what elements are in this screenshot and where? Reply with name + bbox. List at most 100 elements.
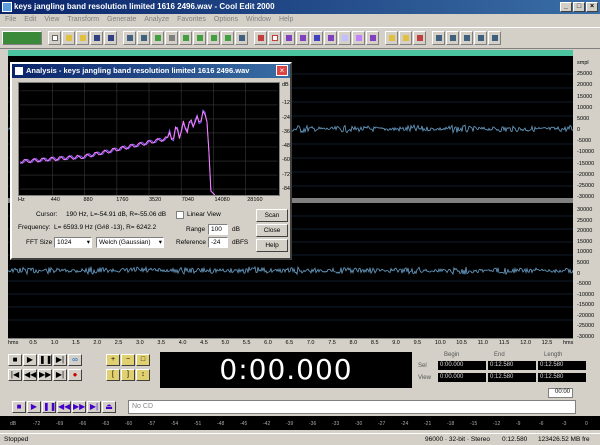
zoom-in-icon[interactable]: +: [106, 354, 120, 366]
time-tick-label: 2.5: [114, 340, 123, 346]
multitrack-toggle-button[interactable]: [2, 31, 42, 45]
reference-input[interactable]: -24: [208, 237, 228, 248]
trim-icon[interactable]: [221, 31, 234, 45]
sel-end-field[interactable]: 0:12.580: [488, 361, 536, 370]
zoom-out-icon[interactable]: −: [121, 354, 135, 366]
level-tick-label: -12: [493, 421, 501, 427]
zoom-right-icon[interactable]: ]: [121, 369, 135, 381]
zoom-left-icon[interactable]: [: [106, 369, 120, 381]
spectral-view-icon[interactable]: [296, 31, 309, 45]
cd-eject-icon[interactable]: ⏏: [102, 401, 116, 413]
view-end-field[interactable]: 0:12.580: [488, 373, 536, 382]
amplify-icon[interactable]: [352, 31, 365, 45]
normalize-icon[interactable]: [366, 31, 379, 45]
time-tick-label: 9.5: [413, 340, 422, 346]
menu-window[interactable]: Window: [243, 14, 274, 26]
zoom-vertical-icon[interactable]: ↕: [136, 369, 150, 381]
cd-pause-button[interactable]: ❚❚: [42, 401, 56, 413]
delete-icon[interactable]: [235, 31, 248, 45]
menu-file[interactable]: File: [2, 14, 19, 26]
menu-generate[interactable]: Generate: [104, 14, 139, 26]
menu-view[interactable]: View: [41, 14, 62, 26]
rewind-button[interactable]: ◀◀: [23, 369, 37, 381]
play-to-end-button[interactable]: ▶|: [53, 354, 67, 366]
cut-icon[interactable]: [165, 31, 178, 45]
window-title: keys jangling band resolution limited 16…: [14, 2, 275, 11]
go-to-start-button[interactable]: |◀: [8, 369, 22, 381]
cue-list-icon[interactable]: [399, 31, 412, 45]
time-tick-label: 4.5: [200, 340, 208, 346]
stop-button[interactable]: ■: [8, 354, 22, 366]
menu-edit[interactable]: Edit: [21, 14, 39, 26]
menu-help[interactable]: Help: [276, 14, 296, 26]
linear-view-checkbox[interactable]: [176, 211, 184, 219]
sel-begin-field[interactable]: 0:00.000: [438, 361, 486, 370]
minimize-button[interactable]: _: [560, 2, 572, 12]
time-tick-label: 11.5: [498, 340, 510, 346]
spectrum-plot[interactable]: [18, 82, 280, 196]
close-dialog-button[interactable]: Close: [256, 224, 288, 237]
time-tick-label: 8.5: [370, 340, 379, 346]
window-function-select[interactable]: Welch (Gaussian) ▾: [96, 237, 164, 248]
paste-icon[interactable]: [179, 31, 192, 45]
y-tick-label: -48: [282, 143, 290, 150]
cd-play-button[interactable]: ▶: [27, 401, 41, 413]
waveform-view-icon[interactable]: [310, 31, 323, 45]
time-tick-label: 8.0: [349, 340, 358, 346]
repeat-icon[interactable]: [137, 31, 150, 45]
menu-analyze[interactable]: Analyze: [141, 14, 172, 26]
cd-next-button[interactable]: ▶▶: [72, 401, 86, 413]
menu-options[interactable]: Options: [211, 14, 241, 26]
settings-icon[interactable]: [432, 31, 445, 45]
cd-skip-button[interactable]: ▶|: [87, 401, 101, 413]
paste-new-icon[interactable]: [193, 31, 206, 45]
amplitude-tick-label: -5000: [577, 138, 592, 145]
amplitude-tick-label: -25000: [577, 323, 595, 330]
save-selection-icon[interactable]: [104, 31, 117, 45]
stretch-icon[interactable]: [268, 31, 281, 45]
scripts-icon[interactable]: [446, 31, 459, 45]
range-input[interactable]: 100: [208, 224, 228, 235]
pause-button[interactable]: ❚❚: [38, 354, 52, 366]
open-folder-icon[interactable]: [62, 31, 75, 45]
open-append-icon[interactable]: [76, 31, 89, 45]
view-length-field[interactable]: 0:12.580: [538, 373, 586, 382]
time-tick-label: hms: [8, 340, 19, 346]
go-to-end-button[interactable]: ▶|: [53, 369, 67, 381]
scan-button[interactable]: Scan: [256, 209, 288, 222]
close-button[interactable]: ×: [586, 2, 598, 12]
markers-icon[interactable]: [385, 31, 398, 45]
maximize-button[interactable]: □: [573, 2, 585, 12]
record-button[interactable]: ●: [68, 369, 82, 381]
filter-icon[interactable]: [324, 31, 337, 45]
level-tick-label: -21: [424, 421, 432, 427]
analysis-close-icon[interactable]: ×: [276, 65, 288, 76]
save-icon[interactable]: [90, 31, 103, 45]
level-tick-label: -69: [56, 421, 64, 427]
help-button[interactable]: Help: [256, 239, 288, 252]
frequency-analysis-icon[interactable]: [282, 31, 295, 45]
new-file-icon[interactable]: [48, 31, 61, 45]
fft-size-select[interactable]: 1024 ▾: [54, 237, 92, 248]
envelope-icon[interactable]: [254, 31, 267, 45]
loop-play-button[interactable]: ∞: [68, 354, 82, 366]
noise-reduction-icon[interactable]: [338, 31, 351, 45]
mixer-icon[interactable]: [488, 31, 501, 45]
menu-favorites[interactable]: Favorites: [174, 14, 209, 26]
cd-previous-button[interactable]: ◀◀: [57, 401, 71, 413]
mix-paste-icon[interactable]: [207, 31, 220, 45]
menu-transform[interactable]: Transform: [64, 14, 102, 26]
zoom-full-icon[interactable]: □: [136, 354, 150, 366]
y-unit-label: dB: [282, 82, 289, 88]
playlist-icon[interactable]: [413, 31, 426, 45]
view-begin-field[interactable]: 0:00.000: [438, 373, 486, 382]
cd-stop-button[interactable]: ■: [12, 401, 26, 413]
time-tick-label: 3.5: [157, 340, 166, 346]
fast-forward-button[interactable]: ▶▶: [38, 369, 52, 381]
cd-player-icon[interactable]: [474, 31, 487, 45]
batch-icon[interactable]: [460, 31, 473, 45]
undo-icon[interactable]: [123, 31, 136, 45]
sel-length-field[interactable]: 0:12.580: [538, 361, 586, 370]
copy-icon[interactable]: [151, 31, 164, 45]
play-button[interactable]: ▶: [23, 354, 37, 366]
